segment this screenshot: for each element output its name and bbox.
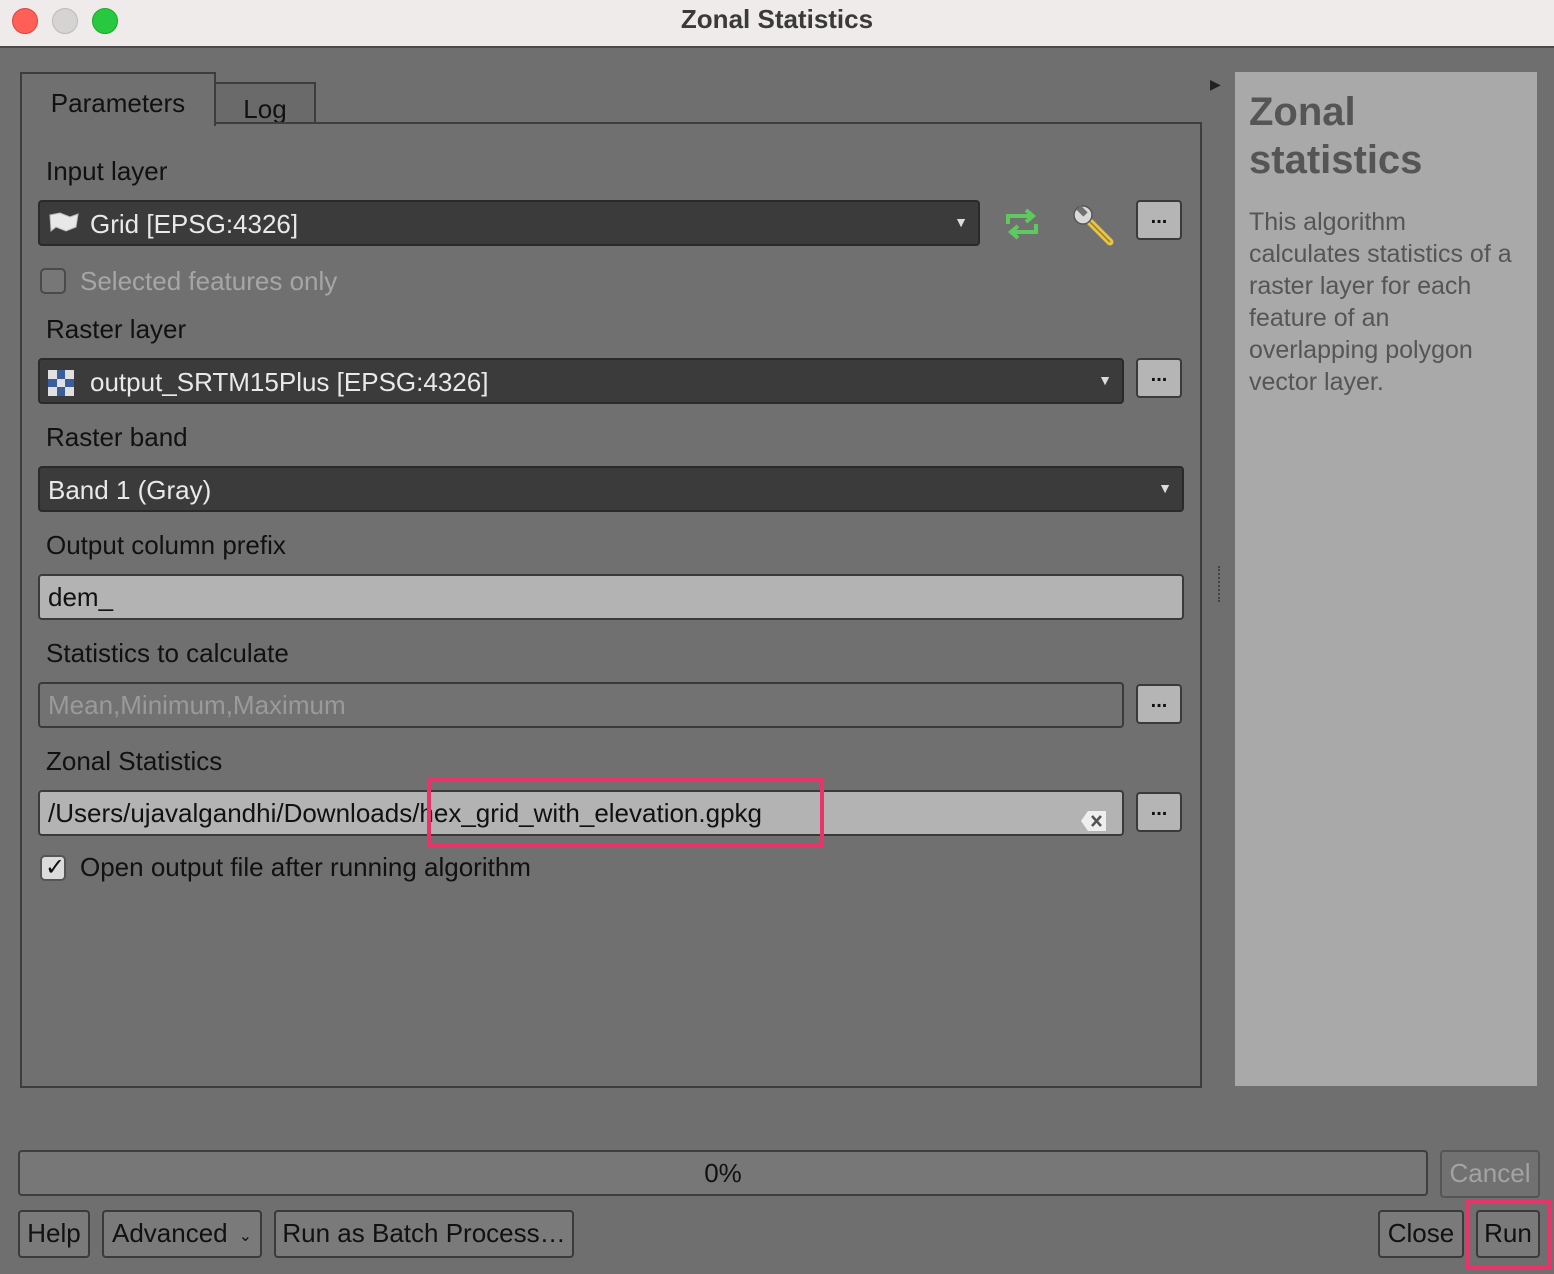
chevron-down-icon: ⌄ xyxy=(238,1228,252,1245)
help-description: This algorithm calculates statistics of … xyxy=(1249,208,1512,396)
raster-layer-icon xyxy=(48,370,74,403)
title-bar: Zonal Statistics xyxy=(0,0,1554,48)
input-layer-value: Grid [EPSG:4326] xyxy=(90,209,299,239)
splitter-handle[interactable] xyxy=(1218,566,1224,602)
wrench-icon[interactable] xyxy=(1072,204,1116,251)
polygon-layer-icon xyxy=(48,211,80,244)
statistics-label: Statistics to calculate xyxy=(46,638,289,668)
statistics-browse-button[interactable]: ... xyxy=(1136,684,1182,724)
help-button[interactable]: Help xyxy=(18,1210,90,1258)
chevron-down-icon: ▼ xyxy=(954,214,968,230)
cancel-button[interactable]: Cancel xyxy=(1440,1150,1540,1198)
window-title: Zonal Statistics xyxy=(680,4,874,34)
tab-log[interactable]: Log xyxy=(214,82,316,126)
raster-layer-label: Raster layer xyxy=(46,314,187,344)
prefix-input[interactable]: dem_ xyxy=(38,574,1184,620)
help-panel: Zonal statistics This algorithm calculat… xyxy=(1235,72,1537,1086)
collapse-arrow-icon[interactable]: ▶ xyxy=(1210,76,1221,93)
raster-layer-browse-button[interactable]: ... xyxy=(1136,358,1182,398)
clear-icon[interactable] xyxy=(1080,802,1108,844)
output-filename-highlight xyxy=(427,778,824,847)
output-label: Zonal Statistics xyxy=(46,746,223,776)
advanced-button[interactable]: Advanced ⌄ xyxy=(102,1210,262,1258)
output-browse-button[interactable]: ... xyxy=(1136,792,1182,832)
raster-layer-combo[interactable]: output_SRTM15Plus [EPSG:4326] ▼ xyxy=(38,358,1124,404)
raster-layer-value: output_SRTM15Plus [EPSG:4326] xyxy=(90,367,489,397)
open-output-checkbox[interactable]: ✓ xyxy=(40,854,66,881)
raster-band-combo[interactable]: Band 1 (Gray) ▼ xyxy=(38,466,1184,512)
chevron-down-icon: ▼ xyxy=(1098,372,1112,388)
selected-features-label: Selected features only xyxy=(80,266,338,296)
advanced-label: Advanced xyxy=(112,1218,228,1248)
input-layer-options-button[interactable]: ... xyxy=(1136,200,1182,240)
batch-process-button[interactable]: Run as Batch Process… xyxy=(274,1210,574,1258)
prefix-label: Output column prefix xyxy=(46,530,286,560)
progress-text: 0% xyxy=(704,1158,742,1188)
tab-parameters[interactable]: Parameters xyxy=(20,72,216,126)
statistics-input[interactable]: Mean,Minimum,Maximum xyxy=(38,682,1124,728)
selected-features-checkbox[interactable] xyxy=(40,268,66,294)
raster-band-label: Raster band xyxy=(46,422,188,452)
help-title: Zonal statistics xyxy=(1249,90,1423,182)
close-button[interactable]: Close xyxy=(1378,1210,1464,1258)
input-layer-label: Input layer xyxy=(46,156,168,186)
input-layer-combo[interactable]: Grid [EPSG:4326] ▼ xyxy=(38,200,980,246)
checkmark-icon: ✓ xyxy=(45,854,66,881)
run-button-highlight xyxy=(1466,1200,1552,1270)
progress-bar: 0% xyxy=(18,1150,1428,1196)
raster-band-value: Band 1 (Gray) xyxy=(48,475,212,505)
iterate-icon[interactable] xyxy=(1002,206,1042,247)
chevron-down-icon: ▼ xyxy=(1158,480,1172,496)
open-output-label: Open output file after running algorithm xyxy=(80,852,531,882)
